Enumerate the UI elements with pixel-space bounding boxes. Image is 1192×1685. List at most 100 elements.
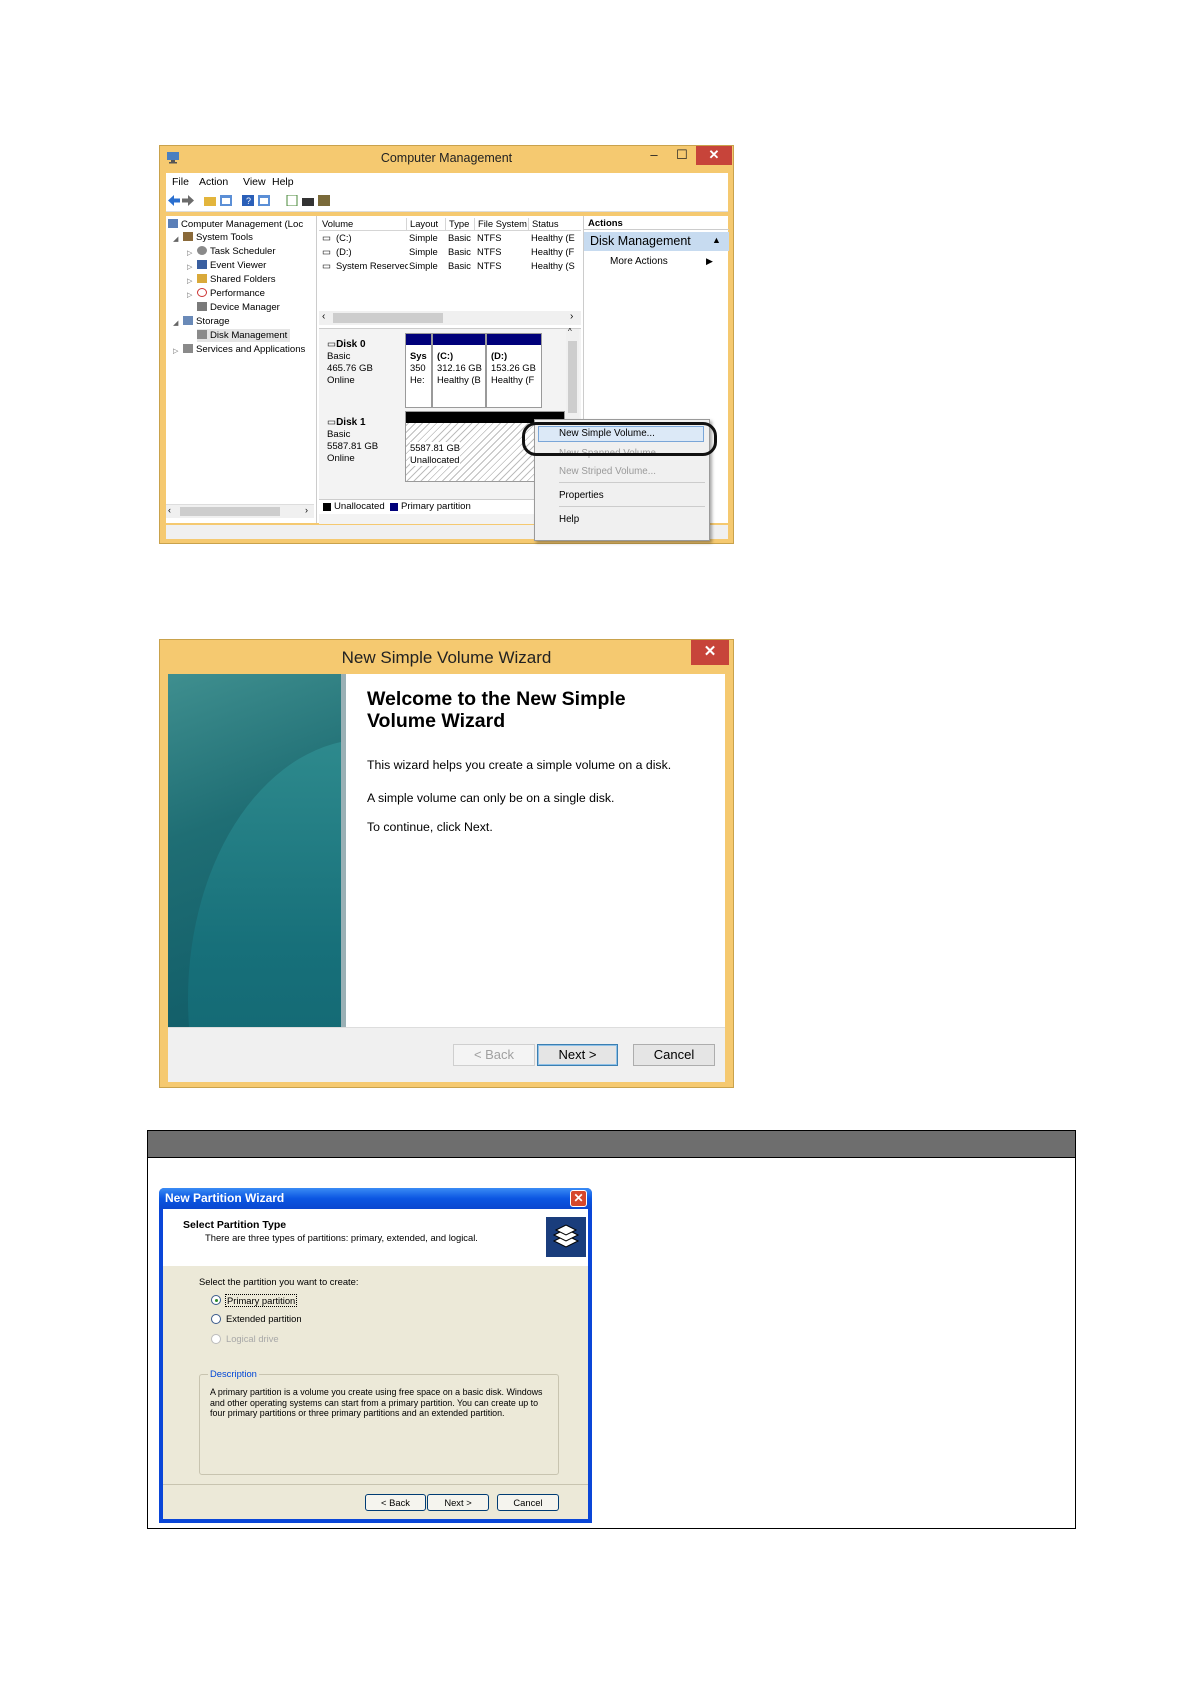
- disk-name: Disk 0: [336, 339, 366, 350]
- tree-item-system-tools[interactable]: System Tools: [183, 232, 253, 243]
- tree-item-services[interactable]: Services and Applications: [183, 344, 305, 355]
- close-button[interactable]: ✕: [691, 640, 729, 665]
- expand-arrow-icon[interactable]: ◢: [173, 319, 178, 327]
- volume-horizontal-scrollbar[interactable]: ‹ ›: [319, 311, 581, 325]
- partition-size: 312.16 GB: [437, 362, 482, 373]
- disk-name: Disk 1: [336, 417, 366, 428]
- tree-item-root[interactable]: Computer Management (Loc: [168, 219, 303, 230]
- column-type[interactable]: Type: [445, 218, 474, 230]
- performance-icon: [197, 288, 207, 297]
- collapse-arrow-icon[interactable]: ▷: [187, 277, 192, 285]
- tree-item-event-viewer[interactable]: Event Viewer: [197, 260, 266, 271]
- properties-icon[interactable]: [258, 195, 270, 206]
- menu-file[interactable]: File: [172, 176, 189, 188]
- partition-d[interactable]: (D:) 153.26 GB Healthy (F: [486, 333, 542, 408]
- column-status[interactable]: Status: [528, 218, 578, 230]
- disk-1-label[interactable]: ▭Disk 1 Basic 5587.81 GB Online: [327, 417, 378, 465]
- collapse-up-icon[interactable]: ▲: [712, 235, 721, 245]
- back-arrow-icon[interactable]: [168, 195, 180, 206]
- more-actions[interactable]: More Actions ▶: [610, 256, 713, 267]
- collapse-arrow-icon[interactable]: ▷: [187, 291, 192, 299]
- disk-settings-icon[interactable]: [302, 195, 314, 206]
- back-button[interactable]: < Back: [365, 1494, 426, 1511]
- services-icon: [183, 344, 193, 353]
- extended-partition-radio[interactable]: [211, 1314, 221, 1324]
- wizard-content: Welcome to the New Simple Volume Wizard …: [168, 674, 725, 1082]
- disk-list-icon[interactable]: [318, 195, 330, 206]
- primary-band: [433, 334, 485, 345]
- extended-partition-label[interactable]: Extended partition: [226, 1313, 302, 1324]
- scroll-thumb[interactable]: [180, 507, 280, 516]
- show-hide-tree-icon[interactable]: [220, 195, 232, 206]
- column-file-system[interactable]: File System: [474, 218, 528, 230]
- volume-name: System Reserved: [336, 260, 408, 271]
- menu-help[interactable]: Help: [272, 176, 294, 188]
- menu-separator: [559, 506, 705, 507]
- volume-row[interactable]: ▭ (C:) Simple Basic NTFS Healthy (E: [319, 231, 581, 245]
- maximize-button[interactable]: ☐: [670, 146, 694, 165]
- computer-icon: [168, 219, 178, 228]
- expand-arrow-icon[interactable]: ◢: [173, 235, 178, 243]
- forward-arrow-icon[interactable]: [182, 195, 194, 206]
- tree-item-disk-management[interactable]: Disk Management: [197, 329, 291, 342]
- tree-item-device-manager[interactable]: Device Manager: [197, 302, 280, 313]
- collapse-arrow-icon[interactable]: ▷: [173, 347, 178, 355]
- volume-row[interactable]: ▭ System Reserved Simple Basic NTFS Heal…: [319, 259, 581, 273]
- help-icon[interactable]: ?: [242, 195, 254, 206]
- up-folder-icon[interactable]: [204, 195, 216, 206]
- minimize-button[interactable]: –: [642, 146, 666, 165]
- drive-icon: ▭: [322, 232, 331, 243]
- unallocated-swatch: [323, 503, 331, 511]
- volume-row[interactable]: ▭ (D:) Simple Basic NTFS Healthy (F: [319, 245, 581, 259]
- primary-partition-label[interactable]: Primary partition: [225, 1294, 298, 1307]
- scroll-right-icon[interactable]: ›: [570, 311, 573, 322]
- cancel-button[interactable]: Cancel: [497, 1494, 559, 1511]
- next-button[interactable]: Next >: [427, 1494, 489, 1511]
- scroll-up-icon[interactable]: ^: [568, 327, 572, 336]
- tree-horizontal-scrollbar[interactable]: ‹ ›: [166, 504, 314, 518]
- legend-unallocated: Unallocated: [334, 501, 385, 512]
- close-button[interactable]: ✕: [696, 146, 732, 165]
- drive-icon: ▭: [322, 246, 331, 257]
- storage-icon: [183, 316, 193, 325]
- primary-partition-radio[interactable]: [211, 1295, 221, 1305]
- tree-item-performance[interactable]: Performance: [197, 288, 265, 299]
- menu-properties[interactable]: Properties: [559, 490, 604, 501]
- device-manager-icon: [197, 302, 207, 311]
- scroll-thumb[interactable]: [568, 341, 577, 413]
- tree-label: Performance: [210, 288, 265, 299]
- wizard-heading: Welcome to the New Simple Volume Wizard: [367, 688, 626, 732]
- disk-icon: ▭: [327, 339, 337, 350]
- collapse-arrow-icon[interactable]: ▷: [187, 249, 192, 257]
- scroll-right-icon[interactable]: ›: [305, 505, 308, 515]
- tree-item-task-scheduler[interactable]: Task Scheduler: [197, 246, 276, 257]
- actions-disk-management[interactable]: Disk Management ▲: [584, 232, 729, 251]
- menu-new-striped-volume: New Striped Volume...: [559, 466, 656, 477]
- refresh-icon[interactable]: [286, 195, 298, 206]
- primary-swatch: [390, 503, 398, 511]
- back-button[interactable]: < Back: [453, 1044, 535, 1066]
- volume-name: (D:): [336, 246, 352, 257]
- menu-view[interactable]: View: [243, 176, 266, 188]
- scroll-left-icon[interactable]: ‹: [168, 505, 171, 515]
- close-button[interactable]: ✕: [570, 1190, 587, 1207]
- partition-size: 350: [410, 362, 426, 373]
- column-layout[interactable]: Layout: [406, 218, 445, 230]
- cancel-button[interactable]: Cancel: [633, 1044, 715, 1066]
- scroll-left-icon[interactable]: ‹: [322, 311, 325, 322]
- partition-c[interactable]: (C:) 312.16 GB Healthy (B: [432, 333, 486, 408]
- callout-ring: [522, 422, 717, 456]
- collapse-arrow-icon[interactable]: ▷: [187, 263, 192, 271]
- disk-0-label[interactable]: ▭Disk 0 Basic 465.76 GB Online: [327, 339, 373, 387]
- volume-list-header: Volume Layout Type File System Status: [319, 216, 581, 231]
- next-button[interactable]: Next >: [537, 1044, 618, 1066]
- tree-item-shared-folders[interactable]: Shared Folders: [197, 274, 276, 285]
- partition-system-reserved[interactable]: Sys 350 He:: [405, 333, 432, 408]
- logical-drive-label: Logical drive: [226, 1333, 279, 1344]
- menu-action[interactable]: Action: [199, 176, 228, 188]
- tree-item-storage[interactable]: Storage: [183, 316, 230, 327]
- scroll-thumb[interactable]: [333, 313, 443, 323]
- decorative-arc: [188, 739, 346, 1027]
- column-volume[interactable]: Volume: [319, 218, 408, 230]
- menu-help[interactable]: Help: [559, 514, 579, 525]
